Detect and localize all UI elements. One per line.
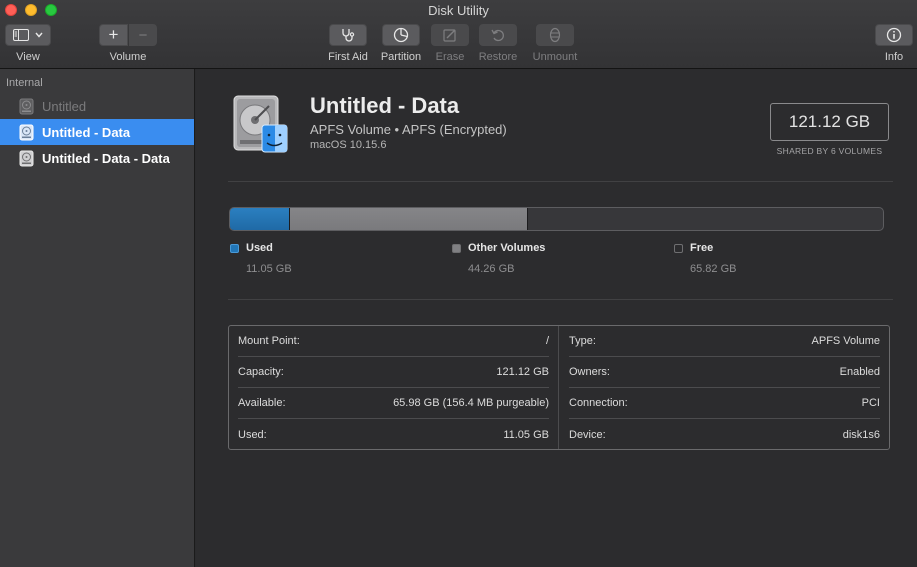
info-value: / [545,335,549,347]
sidebar-item-untitled[interactable]: Untitled [0,93,194,119]
eject-icon [549,27,561,43]
info-key: Owners: [569,366,610,378]
volume-os-version: macOS 10.15.6 [310,139,387,151]
erase-label: Erase [435,51,465,63]
legend-other: Other Volumes 44.26 GB [452,242,545,275]
legend-other-value: 44.26 GB [468,263,515,275]
first-aid-button[interactable] [329,24,367,46]
window-title: Disk Utility [428,3,489,18]
sidebar-item-label: Untitled - Data - Data [42,150,170,166]
info-key: Used: [238,428,267,441]
info-key: Mount Point: [238,335,300,347]
info-key: Type: [569,335,596,347]
header-divider [228,181,893,182]
shared-volumes-note: SHARED BY 6 VOLUMES [776,146,883,156]
add-volume-button[interactable]: + [99,24,128,46]
volume-name: Untitled - Data [310,93,460,118]
sidebar-item-label: Untitled - Data [42,124,131,140]
toolbar: Disk Utility View + − Volume First Aid P… [0,0,917,69]
restore-button[interactable] [479,24,517,46]
chevron-down-icon [35,32,43,38]
info-column-left: Mount Point: / Capacity: 121.12 GB Avail… [229,326,559,449]
pie-partition-icon [393,27,409,43]
legend-used-value: 11.05 GB [246,263,292,275]
restore-arrow-icon [491,29,504,42]
legend-free: Free 65.82 GB [674,242,736,275]
info-value: PCI [861,397,880,409]
sidebar-item-label: Untitled [42,98,87,114]
other-volumes-swatch [452,243,461,253]
legend-free-label: Free [690,242,714,254]
partition-label: Partition [380,51,422,63]
used-swatch [230,243,239,253]
info-row-available: Available: 65.98 GB (156.4 MB purgeable) [238,388,549,419]
info-value: APFS Volume [811,335,880,347]
info-key: Capacity: [238,366,284,378]
usage-divider [228,299,893,300]
info-icon [886,27,902,43]
usage-bar-other-segment [289,208,529,230]
sidebar-item-untitled-data-data[interactable]: Untitled - Data - Data [0,145,194,171]
unmount-label: Unmount [532,51,578,63]
internal-disk-icon [19,150,34,166]
legend-other-label: Other Volumes [468,242,546,254]
legend-free-value: 65.82 GB [690,263,737,275]
info-row-used: Used: 11.05 GB [238,419,549,450]
view-button[interactable] [5,24,51,46]
erase-button[interactable] [431,24,469,46]
volume-control: + − Volume [99,24,157,63]
info-key: Available: [238,397,286,409]
info-value: 121.12 GB [496,366,549,378]
info-key: Connection: [569,397,628,409]
restore-label: Restore [478,51,518,63]
volume-size-box: 121.12 GB [770,103,889,141]
view-label: View [16,51,40,63]
info-button[interactable] [875,24,913,46]
sidebar: Internal Untitled Untitled - Data Untitl… [0,69,195,567]
volume-info-table: Mount Point: / Capacity: 121.12 GB Avail… [228,325,890,450]
sidebar-item-untitled-data[interactable]: Untitled - Data [0,119,194,145]
legend-used: Used 11.05 GB [230,242,292,275]
sidebar-icon [13,29,29,41]
info-value: disk1s6 [842,428,880,441]
first-aid-control: First Aid [325,24,371,63]
info-row-type: Type: APFS Volume [569,326,880,357]
remove-volume-button[interactable]: − [129,24,157,46]
unmount-button[interactable] [536,24,574,46]
volume-subtitle: APFS Volume • APFS (Encrypted) [310,122,507,137]
info-row-capacity: Capacity: 121.12 GB [238,357,549,388]
info-value: 11.05 GB [503,428,549,441]
partition-control: Partition [378,24,424,63]
info-column-right: Type: APFS Volume Owners: Enabled Connec… [560,326,889,449]
info-row-mount-point: Mount Point: / [238,326,549,357]
info-value: Enabled [839,366,880,378]
usage-bar-used-segment [230,208,290,230]
erase-control: Erase [427,24,473,63]
info-label: Info [884,51,904,63]
volume-label: Volume [109,51,147,63]
sidebar-heading-internal: Internal [6,77,43,89]
info-row-device: Device: disk1s6 [569,419,880,450]
volume-disk-icon [233,95,288,153]
free-swatch [674,243,683,253]
first-aid-label: First Aid [328,51,368,63]
info-value: 65.98 GB (156.4 MB purgeable) [393,397,549,409]
main-panel: Untitled - Data APFS Volume • APFS (Encr… [196,69,917,567]
unmount-control: Unmount [527,24,583,63]
usage-bar [229,207,884,231]
internal-disk-icon [19,124,34,140]
stethoscope-icon [342,29,355,42]
internal-disk-icon [19,98,34,114]
info-control: Info [872,24,916,63]
legend-used-label: Used [246,242,273,254]
info-row-connection: Connection: PCI [569,388,880,419]
info-key: Device: [569,428,606,441]
erase-icon [443,29,456,42]
restore-control: Restore [475,24,521,63]
partition-button[interactable] [382,24,420,46]
info-row-owners: Owners: Enabled [569,357,880,388]
view-control: View [5,24,51,63]
